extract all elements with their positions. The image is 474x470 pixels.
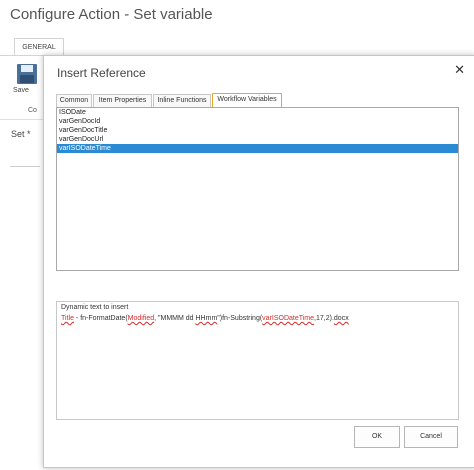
dynamic-text-content[interactable]: Title - fn-FormatDate(Modified, "MMMM dd… [61,315,349,322]
ribbon-tab-general[interactable]: GENERAL [14,38,64,56]
text-segment: docx [333,315,349,322]
list-item[interactable]: varGenDocUrl [57,135,458,144]
reference-token: Title [61,315,74,322]
save-label: Save [13,87,29,94]
reference-token: varISODateTime [262,315,315,322]
workflow-variables-list[interactable]: ISODate varGenDocId varGenDocTitle varGe… [56,107,459,271]
text-segment: , "MMMM dd [154,315,196,322]
text-segment: ")fn-Substring( [217,315,263,322]
dialog-title: Insert Reference [57,66,146,80]
ribbon-group-label: Co [28,107,37,114]
close-icon[interactable]: ✕ [454,63,465,76]
tab-common[interactable]: Common [56,94,92,107]
tab-inline-functions[interactable]: Inline Functions [153,94,211,107]
dynamic-text-box[interactable]: Dynamic text to insert Title - fn-Format… [56,301,459,420]
list-item[interactable]: varGenDocId [57,117,458,126]
list-item[interactable]: ISODate [57,108,458,117]
divider [10,166,40,167]
text-segment: HHmm [195,315,218,322]
insert-reference-dialog: Insert Reference ✕ Common Item Propertie… [43,55,474,468]
dynamic-text-label: Dynamic text to insert [61,304,129,311]
text-segment: - fn-FormatDate( [73,315,128,322]
reference-token: Modified [127,315,155,322]
cancel-button[interactable]: Cancel [404,426,458,448]
list-item[interactable]: varISODateTime [57,144,458,153]
window-title: Configure Action - Set variable [10,6,213,23]
ok-button[interactable]: OK [354,426,400,448]
text-segment: ,17,2). [314,315,334,322]
set-field-label: Set * [11,129,31,139]
tab-item-properties[interactable]: Item Properties [93,94,152,107]
save-icon [17,64,37,84]
list-item[interactable]: varGenDocTitle [57,126,458,135]
